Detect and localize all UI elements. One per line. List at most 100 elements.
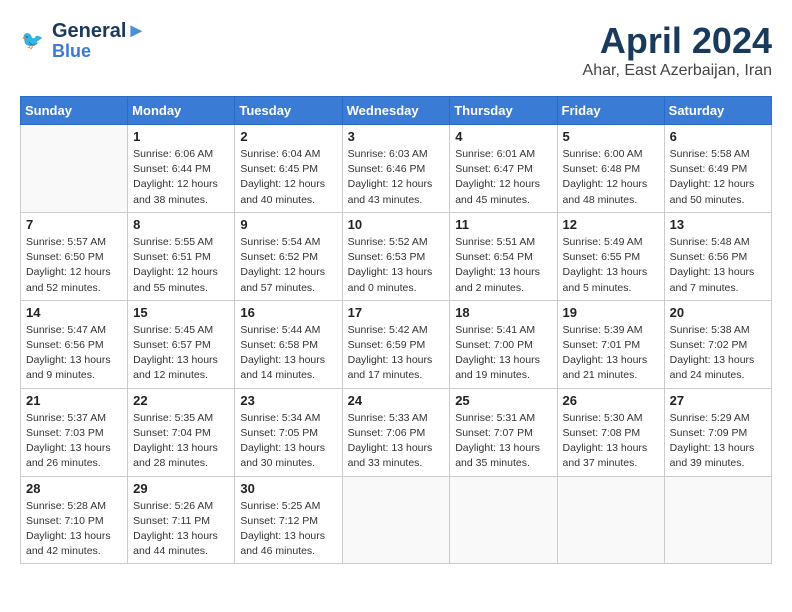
- calendar-cell: 15Sunrise: 5:45 AM Sunset: 6:57 PM Dayli…: [128, 300, 235, 388]
- day-number: 9: [240, 217, 336, 232]
- weekday-header-monday: Monday: [128, 97, 235, 125]
- calendar-cell: 9 Sunrise: 5:54 AM Sunset: 6:52 PM Daylig…: [235, 212, 342, 300]
- day-number: 24: [348, 393, 445, 408]
- day-info: Sunrise: 5:57 AM Sunset: 6:50 PM Dayligh…: [26, 235, 122, 296]
- day-number: 5: [563, 129, 659, 144]
- calendar-cell: 21 Sunrise: 5:37 AM Sunset: 7:03 PM Dayli…: [21, 388, 128, 476]
- calendar-cell: [21, 125, 128, 213]
- weekday-header-wednesday: Wednesday: [342, 97, 450, 125]
- day-info: Sunrise: 6:04 AM Sunset: 6:45 PM Dayligh…: [240, 147, 336, 208]
- calendar-cell: 17 Sunrise: 5:42 AM Sunset: 6:59 PM Dayli…: [342, 300, 450, 388]
- day-info: Sunrise: 5:52 AM Sunset: 6:53 PM Dayligh…: [348, 235, 445, 296]
- day-number: 21: [26, 393, 122, 408]
- logo-icon: 🐦: [20, 27, 48, 55]
- day-info: Sunrise: 5:30 AM Sunset: 7:08 PM Dayligh…: [563, 411, 659, 472]
- day-number: 11: [455, 217, 551, 232]
- calendar-cell: 28Sunrise: 5:28 AM Sunset: 7:10 PM Dayli…: [21, 476, 128, 564]
- day-info: Sunrise: 5:31 AM Sunset: 7:07 PM Dayligh…: [455, 411, 551, 472]
- calendar-cell: 10 Sunrise: 5:52 AM Sunset: 6:53 PM Dayli…: [342, 212, 450, 300]
- day-info: Sunrise: 5:58 AM Sunset: 6:49 PM Dayligh…: [670, 147, 766, 208]
- day-info: Sunrise: 5:39 AM Sunset: 7:01 PM Dayligh…: [563, 323, 659, 384]
- day-number: 17: [348, 305, 445, 320]
- weekday-header-row: SundayMondayTuesdayWednesdayThursdayFrid…: [21, 97, 772, 125]
- weekday-header-saturday: Saturday: [664, 97, 771, 125]
- day-info: Sunrise: 5:37 AM Sunset: 7:03 PM Dayligh…: [26, 411, 122, 472]
- calendar-cell: 30Sunrise: 5:25 AM Sunset: 7:12 PM Dayli…: [235, 476, 342, 564]
- day-info: Sunrise: 5:51 AM Sunset: 6:54 PM Dayligh…: [455, 235, 551, 296]
- title-block: April 2024 Ahar, East Azerbaijan, Iran: [583, 20, 772, 80]
- calendar-cell: 4Sunrise: 6:01 AM Sunset: 6:47 PM Daylig…: [450, 125, 557, 213]
- day-info: Sunrise: 5:33 AM Sunset: 7:06 PM Dayligh…: [348, 411, 445, 472]
- calendar-cell: 8 Sunrise: 5:55 AM Sunset: 6:51 PM Daylig…: [128, 212, 235, 300]
- logo-text-line2: Blue: [52, 42, 146, 62]
- calendar-cell: 5 Sunrise: 6:00 AM Sunset: 6:48 PM Daylig…: [557, 125, 664, 213]
- week-row-4: 21 Sunrise: 5:37 AM Sunset: 7:03 PM Dayli…: [21, 388, 772, 476]
- day-number: 30: [240, 481, 336, 496]
- calendar-cell: 26 Sunrise: 5:30 AM Sunset: 7:08 PM Dayli…: [557, 388, 664, 476]
- svg-text:🐦: 🐦: [21, 30, 44, 50]
- calendar-cell: 2 Sunrise: 6:04 AM Sunset: 6:45 PM Daylig…: [235, 125, 342, 213]
- day-number: 18: [455, 305, 551, 320]
- day-number: 26: [563, 393, 659, 408]
- day-info: Sunrise: 5:45 AM Sunset: 6:57 PM Dayligh…: [133, 323, 229, 384]
- day-number: 27: [670, 393, 766, 408]
- day-info: Sunrise: 6:06 AM Sunset: 6:44 PM Dayligh…: [133, 147, 229, 208]
- day-info: Sunrise: 5:55 AM Sunset: 6:51 PM Dayligh…: [133, 235, 229, 296]
- day-number: 19: [563, 305, 659, 320]
- calendar-cell: 16Sunrise: 5:44 AM Sunset: 6:58 PM Dayli…: [235, 300, 342, 388]
- calendar-cell: 22 Sunrise: 5:35 AM Sunset: 7:04 PM Dayli…: [128, 388, 235, 476]
- day-number: 23: [240, 393, 336, 408]
- day-info: Sunrise: 5:38 AM Sunset: 7:02 PM Dayligh…: [670, 323, 766, 384]
- calendar-cell: [450, 476, 557, 564]
- day-info: Sunrise: 5:35 AM Sunset: 7:04 PM Dayligh…: [133, 411, 229, 472]
- page-header: 🐦 General► Blue April 2024 Ahar, East Az…: [20, 20, 772, 80]
- calendar-cell: [557, 476, 664, 564]
- calendar-cell: 1Sunrise: 6:06 AM Sunset: 6:44 PM Daylig…: [128, 125, 235, 213]
- month-title: April 2024: [583, 20, 772, 62]
- day-number: 6: [670, 129, 766, 144]
- day-number: 2: [240, 129, 336, 144]
- weekday-header-friday: Friday: [557, 97, 664, 125]
- day-info: Sunrise: 5:54 AM Sunset: 6:52 PM Dayligh…: [240, 235, 336, 296]
- day-info: Sunrise: 5:48 AM Sunset: 6:56 PM Dayligh…: [670, 235, 766, 296]
- day-info: Sunrise: 6:00 AM Sunset: 6:48 PM Dayligh…: [563, 147, 659, 208]
- week-row-3: 14Sunrise: 5:47 AM Sunset: 6:56 PM Dayli…: [21, 300, 772, 388]
- logo-text-line1: General►: [52, 20, 146, 42]
- day-number: 4: [455, 129, 551, 144]
- day-number: 25: [455, 393, 551, 408]
- day-number: 8: [133, 217, 229, 232]
- day-number: 22: [133, 393, 229, 408]
- calendar-table: SundayMondayTuesdayWednesdayThursdayFrid…: [20, 96, 772, 564]
- day-number: 14: [26, 305, 122, 320]
- calendar-cell: 6 Sunrise: 5:58 AM Sunset: 6:49 PM Daylig…: [664, 125, 771, 213]
- weekday-header-thursday: Thursday: [450, 97, 557, 125]
- day-number: 20: [670, 305, 766, 320]
- calendar-cell: 24 Sunrise: 5:33 AM Sunset: 7:06 PM Dayli…: [342, 388, 450, 476]
- calendar-cell: 18 Sunrise: 5:41 AM Sunset: 7:00 PM Dayli…: [450, 300, 557, 388]
- day-info: Sunrise: 5:29 AM Sunset: 7:09 PM Dayligh…: [670, 411, 766, 472]
- calendar-cell: 12 Sunrise: 5:49 AM Sunset: 6:55 PM Dayli…: [557, 212, 664, 300]
- day-info: Sunrise: 5:49 AM Sunset: 6:55 PM Dayligh…: [563, 235, 659, 296]
- week-row-2: 7Sunrise: 5:57 AM Sunset: 6:50 PM Daylig…: [21, 212, 772, 300]
- calendar-cell: 23Sunrise: 5:34 AM Sunset: 7:05 PM Dayli…: [235, 388, 342, 476]
- calendar-cell: 29 Sunrise: 5:26 AM Sunset: 7:11 PM Dayli…: [128, 476, 235, 564]
- day-number: 3: [348, 129, 445, 144]
- day-number: 12: [563, 217, 659, 232]
- calendar-cell: 14Sunrise: 5:47 AM Sunset: 6:56 PM Dayli…: [21, 300, 128, 388]
- logo: 🐦 General► Blue: [20, 20, 146, 62]
- weekday-header-sunday: Sunday: [21, 97, 128, 125]
- day-info: Sunrise: 5:41 AM Sunset: 7:00 PM Dayligh…: [455, 323, 551, 384]
- calendar-cell: 11 Sunrise: 5:51 AM Sunset: 6:54 PM Dayli…: [450, 212, 557, 300]
- day-info: Sunrise: 5:26 AM Sunset: 7:11 PM Dayligh…: [133, 499, 229, 560]
- calendar-cell: 25 Sunrise: 5:31 AM Sunset: 7:07 PM Dayli…: [450, 388, 557, 476]
- day-number: 16: [240, 305, 336, 320]
- day-info: Sunrise: 5:42 AM Sunset: 6:59 PM Dayligh…: [348, 323, 445, 384]
- day-number: 29: [133, 481, 229, 496]
- day-info: Sunrise: 5:28 AM Sunset: 7:10 PM Dayligh…: [26, 499, 122, 560]
- day-info: Sunrise: 6:03 AM Sunset: 6:46 PM Dayligh…: [348, 147, 445, 208]
- week-row-5: 28Sunrise: 5:28 AM Sunset: 7:10 PM Dayli…: [21, 476, 772, 564]
- day-number: 10: [348, 217, 445, 232]
- weekday-header-tuesday: Tuesday: [235, 97, 342, 125]
- calendar-cell: 27 Sunrise: 5:29 AM Sunset: 7:09 PM Dayli…: [664, 388, 771, 476]
- week-row-1: 1Sunrise: 6:06 AM Sunset: 6:44 PM Daylig…: [21, 125, 772, 213]
